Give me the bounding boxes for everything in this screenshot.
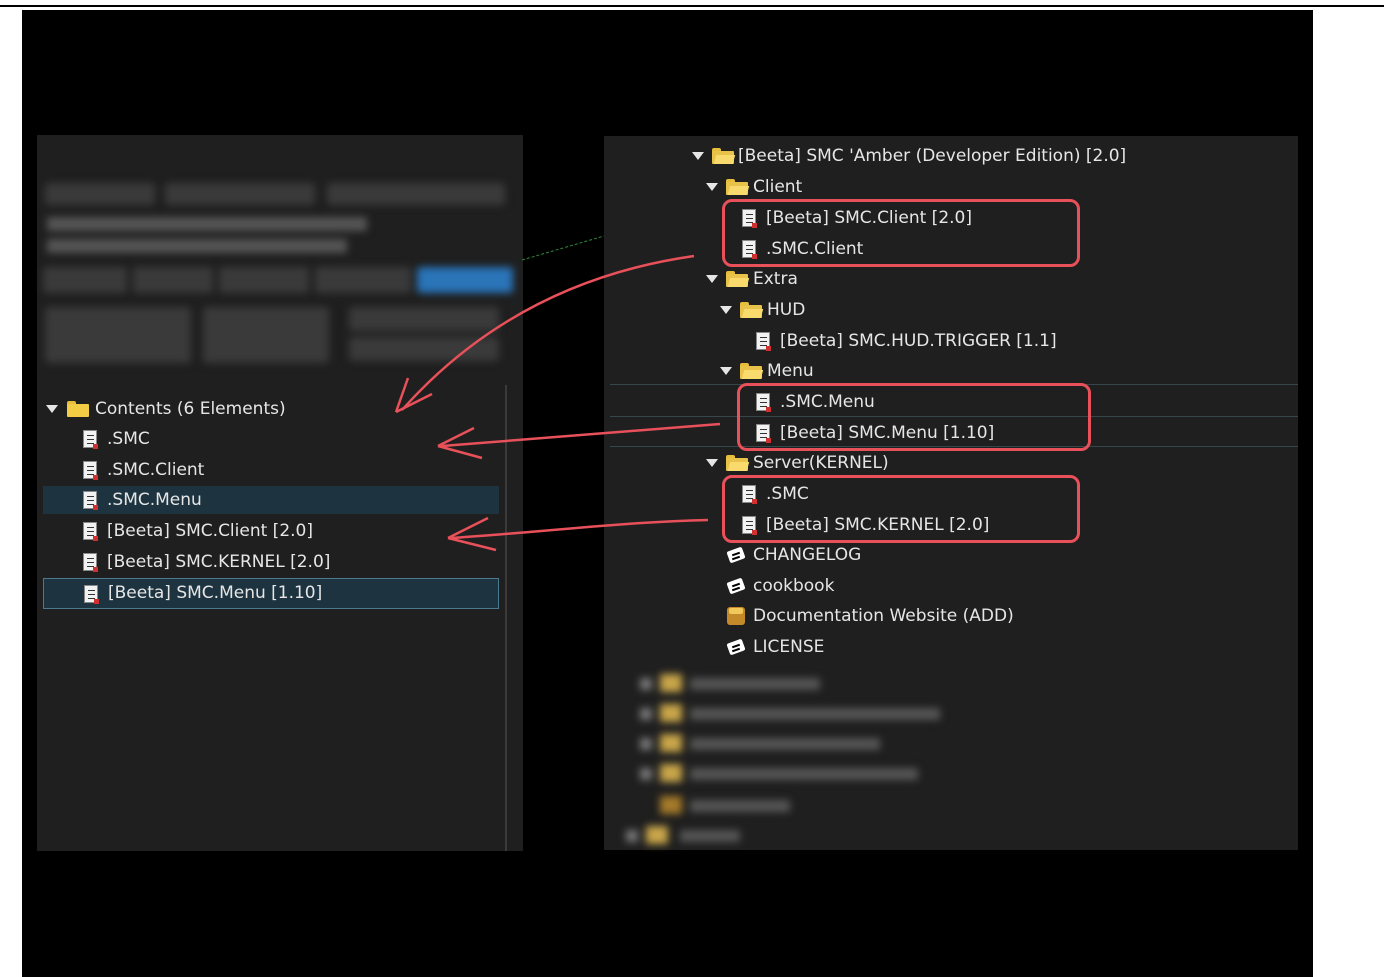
arrow-server — [451, 518, 709, 540]
top-rule — [0, 5, 1384, 7]
green-line — [521, 235, 605, 261]
annotation-arrows — [394, 235, 721, 552]
arrow-client — [401, 254, 695, 411]
arrowhead-server — [447, 516, 497, 552]
arrow-menu — [441, 422, 721, 448]
screenshot-canvas: Contents (6 Elements) .SMC .SMC.Client .… — [22, 10, 1313, 977]
